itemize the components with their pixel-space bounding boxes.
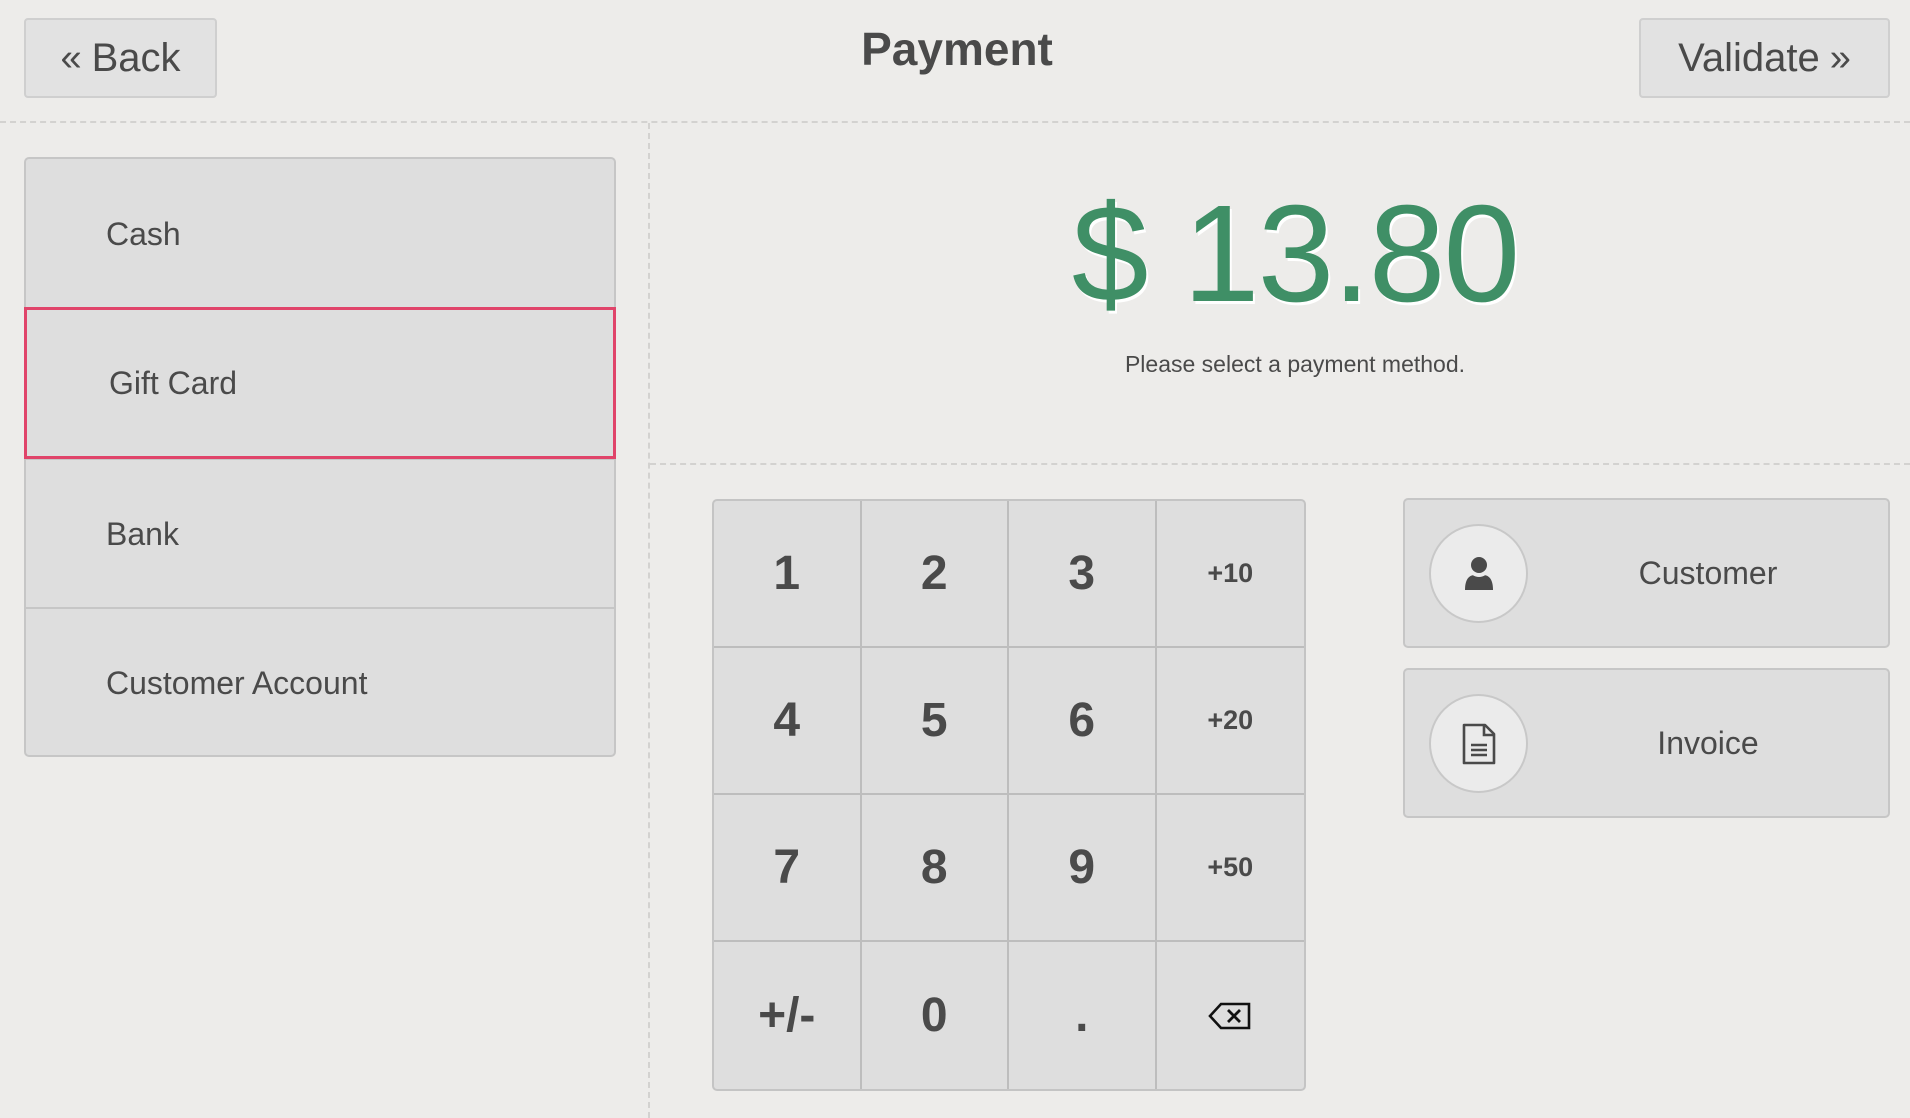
numpad-key-plus-50[interactable]: +50 <box>1156 795 1304 942</box>
numpad-key-8[interactable]: 8 <box>861 795 1009 942</box>
numpad-key-plus-minus[interactable]: +/- <box>714 942 862 1089</box>
validate-label: Validate <box>1678 35 1820 80</box>
payment-method-customer-account[interactable]: Customer Account <box>26 607 614 757</box>
page-title: Payment <box>0 22 1910 76</box>
invoice-icon-circle <box>1429 694 1528 793</box>
invoice-button[interactable]: Invoice <box>1403 668 1890 818</box>
backspace-icon <box>1208 1002 1251 1029</box>
numpad-key-5[interactable]: 5 <box>861 648 1009 795</box>
user-icon <box>1464 556 1493 590</box>
amount-due: $ 13.80 <box>1071 177 1520 331</box>
validate-button[interactable]: Validate » <box>1639 18 1890 98</box>
numpad-key-1[interactable]: 1 <box>714 501 862 648</box>
payment-method-label: Gift Card <box>109 364 238 401</box>
header: « Back Payment Validate » <box>0 0 1910 123</box>
numpad-key-plus-10[interactable]: +10 <box>1156 501 1304 648</box>
payment-method-gift-card[interactable]: Gift Card <box>24 307 616 459</box>
numpad-key-backspace[interactable] <box>1157 942 1305 1089</box>
document-icon <box>1462 723 1495 764</box>
payment-method-list: Cash Gift Card Bank Customer Account <box>24 157 616 757</box>
payment-method-bank[interactable]: Bank <box>26 458 614 608</box>
payment-hint: Please select a payment method. <box>1124 351 1466 377</box>
numpad-key-0[interactable]: 0 <box>862 942 1009 1089</box>
numpad-key-4[interactable]: 4 <box>714 648 862 795</box>
double-chevron-right-icon: » <box>1829 37 1851 79</box>
payment-method-label: Cash <box>106 215 181 252</box>
customer-button[interactable]: Customer <box>1403 498 1890 648</box>
payment-screen: « Back Payment Validate » Cash Gift Card… <box>0 0 1910 1118</box>
numpad-key-9[interactable]: 9 <box>1009 795 1157 942</box>
payment-method-label: Customer Account <box>106 664 368 701</box>
numpad-key-2[interactable]: 2 <box>861 501 1009 648</box>
payment-method-label: Bank <box>106 515 179 552</box>
numpad-key-3[interactable]: 3 <box>1009 501 1157 648</box>
numpad-key-6[interactable]: 6 <box>1009 648 1157 795</box>
customer-label: Customer <box>1638 554 1778 591</box>
numpad-key-decimal[interactable]: . <box>1009 942 1157 1089</box>
amount-area: $ 13.80 Please select a payment method. <box>650 125 1910 465</box>
numpad-key-7[interactable]: 7 <box>714 795 862 942</box>
invoice-label: Invoice <box>1657 724 1759 761</box>
numpad-key-plus-20[interactable]: +20 <box>1156 648 1304 795</box>
payment-method-cash[interactable]: Cash <box>26 159 614 309</box>
customer-icon-circle <box>1429 524 1528 623</box>
numpad: 1 2 3 +10 4 5 6 +20 7 8 9 +50 +/- 0 . <box>712 499 1306 1091</box>
page-title-text: Payment <box>861 23 1053 75</box>
